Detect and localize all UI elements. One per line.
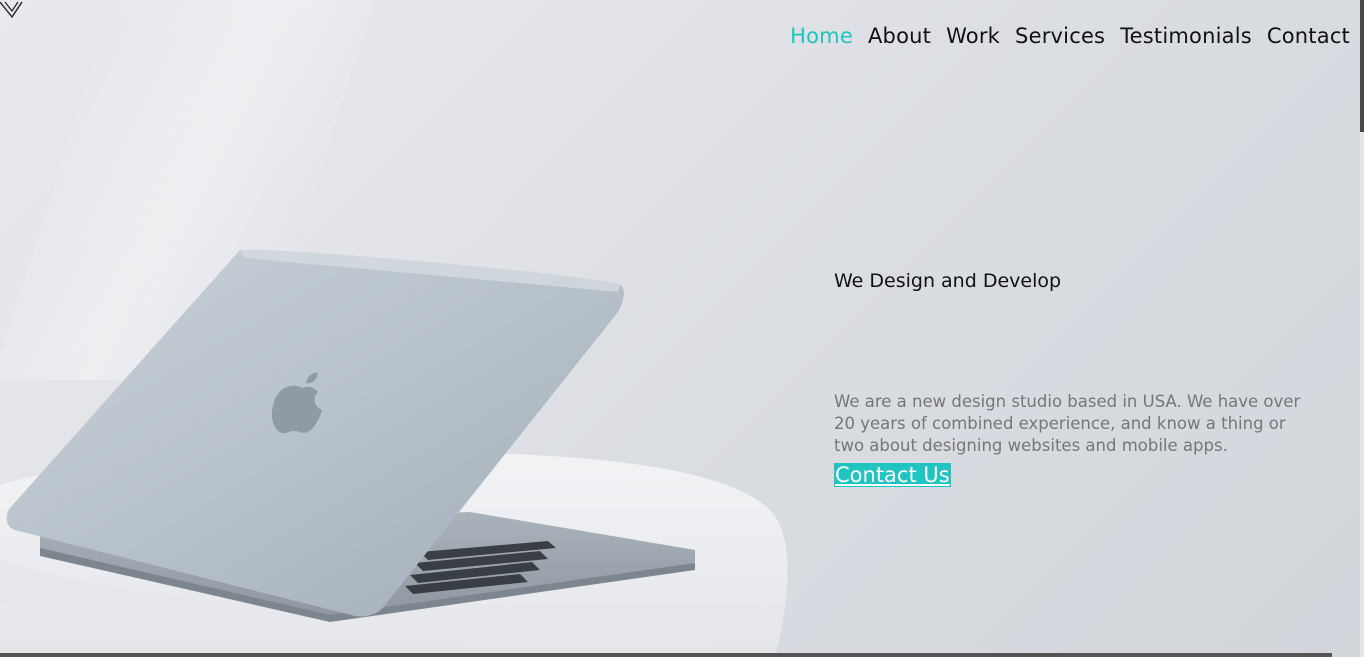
nav-link-work[interactable]: Work bbox=[946, 24, 1000, 48]
nav-link-about[interactable]: About bbox=[868, 24, 931, 48]
nav-link-contact[interactable]: Contact bbox=[1267, 24, 1350, 48]
nav-link-services[interactable]: Services bbox=[1015, 24, 1105, 48]
landing-page: Home About Work Services Testimonials Co… bbox=[0, 0, 1364, 657]
nav-link-home[interactable]: Home bbox=[790, 24, 853, 48]
hero-heading: We Design and Develop bbox=[834, 270, 1062, 292]
v-chevron-logo-icon[interactable] bbox=[0, 0, 24, 20]
main-nav: Home About Work Services Testimonials Co… bbox=[775, 24, 1350, 48]
hero-description: We are a new design studio based in USA.… bbox=[834, 392, 1301, 455]
page-scrollbar-thumb[interactable] bbox=[1360, 0, 1364, 132]
laptop-on-chair-image bbox=[0, 249, 788, 657]
horizontal-scrollbar[interactable] bbox=[0, 653, 1332, 657]
nav-link-testimonials[interactable]: Testimonials bbox=[1120, 24, 1252, 48]
page-scrollbar-track[interactable] bbox=[1360, 0, 1364, 657]
contact-us-button[interactable]: Contact Us bbox=[834, 463, 951, 487]
